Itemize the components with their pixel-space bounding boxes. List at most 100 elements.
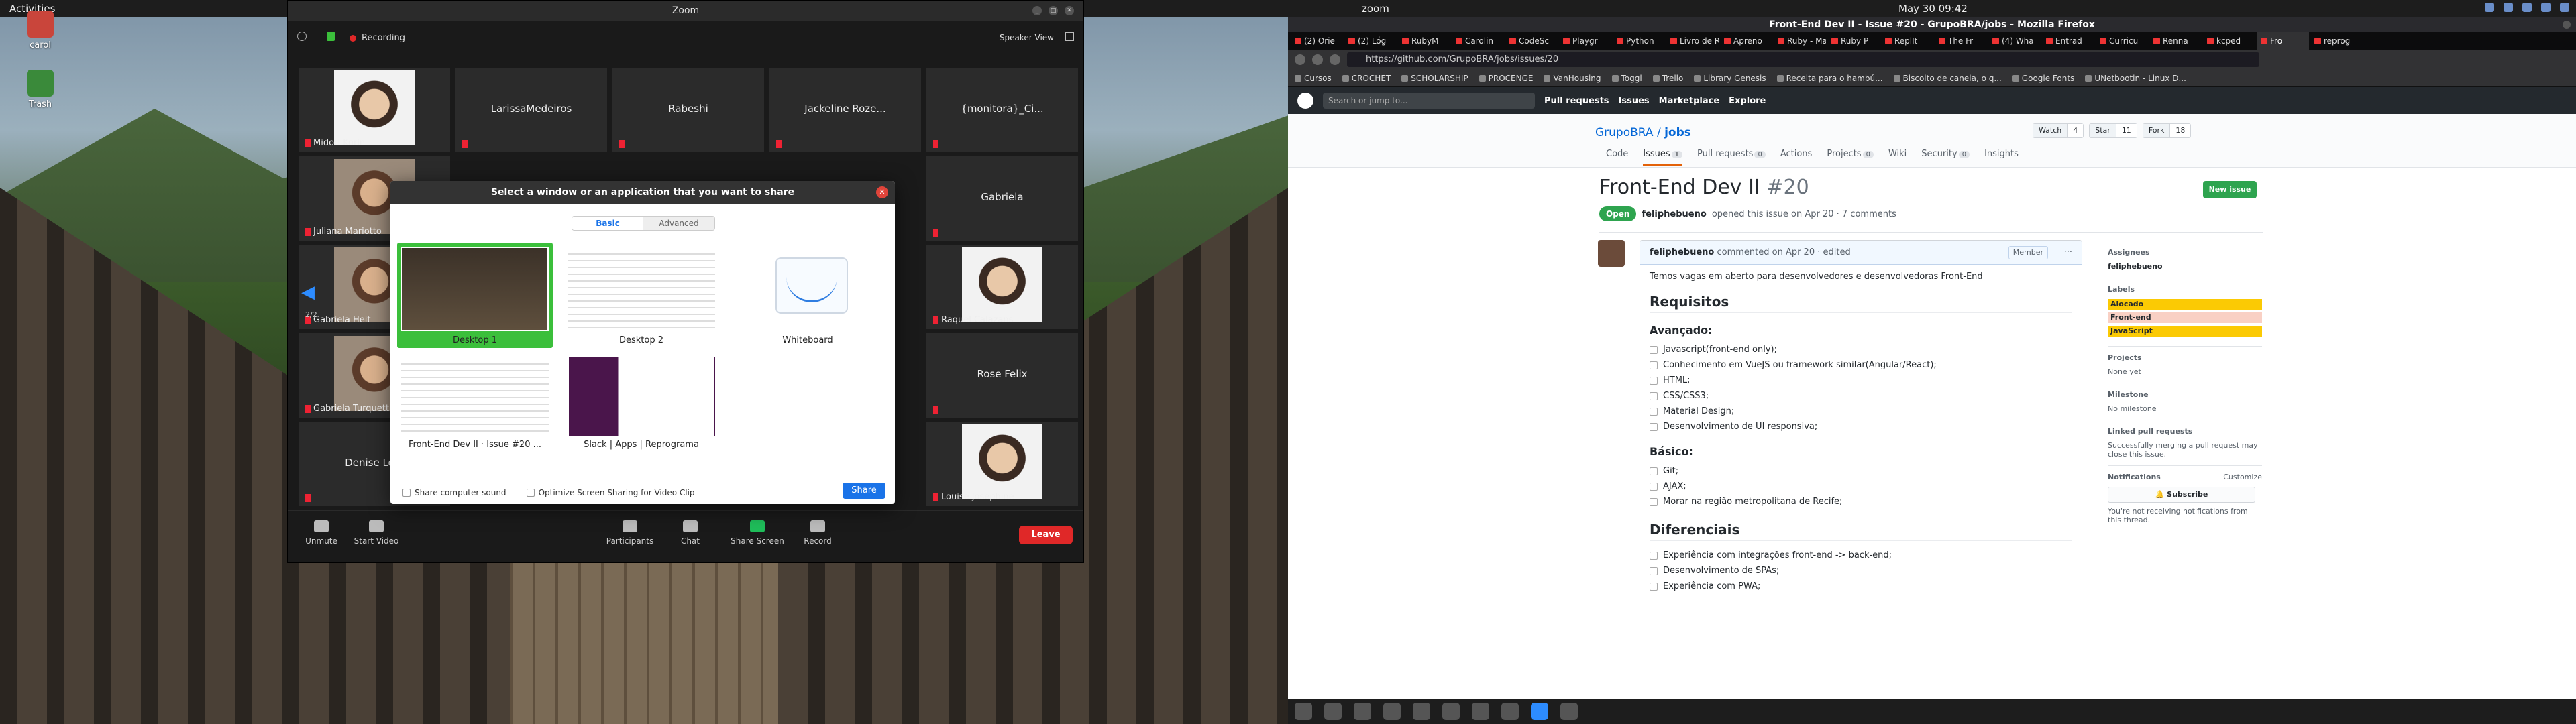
browser-tab[interactable]: reprog bbox=[2310, 32, 2363, 50]
participant-tile[interactable]: Rose Felix bbox=[926, 333, 1078, 418]
bookmark-item[interactable]: VanHousing bbox=[1544, 74, 1601, 83]
bookmark-item[interactable]: Google Fonts bbox=[2012, 74, 2075, 83]
browser-tab[interactable]: Playgr bbox=[1559, 32, 1611, 50]
issue-label[interactable]: Front-end bbox=[2108, 312, 2262, 323]
participant-tile[interactable]: Gabriela bbox=[926, 156, 1078, 241]
tray-icon[interactable] bbox=[2485, 3, 2494, 12]
close-icon[interactable] bbox=[2563, 21, 2571, 29]
task-checkbox[interactable] bbox=[1650, 422, 1658, 431]
share-button[interactable]: Share bbox=[843, 483, 885, 499]
browser-tab[interactable]: Apreno bbox=[1720, 32, 1772, 50]
browser-tab[interactable]: (2) Orie bbox=[1291, 32, 1343, 50]
tab-security[interactable]: Security 0 bbox=[1921, 149, 1970, 166]
start-video-button[interactable]: Start Video bbox=[343, 520, 410, 546]
issue-label[interactable]: Alocado bbox=[2108, 299, 2262, 310]
issue-author-link[interactable]: feliphebueno bbox=[1642, 209, 1706, 219]
chat-button[interactable]: Chat bbox=[657, 520, 724, 546]
files-icon[interactable] bbox=[1324, 703, 1342, 720]
tab-basic[interactable]: Basic bbox=[572, 217, 643, 230]
new-issue-button[interactable]: New issue bbox=[2203, 181, 2257, 198]
desktop-icon-home[interactable]: carol bbox=[13, 11, 67, 50]
participant-tile[interactable]: Raquel Calazans bbox=[926, 245, 1078, 329]
spotify-icon[interactable] bbox=[1354, 703, 1371, 720]
bookmark-item[interactable]: Biscoito de canela, o q... bbox=[1894, 74, 2002, 83]
bookmark-item[interactable]: CROCHET bbox=[1342, 74, 1391, 83]
search-input[interactable]: Search or jump to... bbox=[1323, 93, 1535, 109]
browser-tab[interactable]: (4) Wha bbox=[1988, 32, 2041, 50]
subscribe-button[interactable]: 🔔 Subscribe bbox=[2108, 487, 2255, 503]
bookmark-item[interactable]: UNetbootin - Linux D... bbox=[2085, 74, 2186, 83]
participant-tile[interactable]: Rabeshi bbox=[612, 68, 764, 152]
tray-icon[interactable] bbox=[2522, 3, 2532, 12]
close-icon[interactable]: ✕ bbox=[876, 186, 888, 198]
avatar[interactable] bbox=[1598, 240, 1625, 267]
minimize-icon[interactable]: _ bbox=[1032, 6, 1042, 15]
speaker-view-button[interactable]: Speaker View bbox=[1000, 33, 1054, 42]
task-checkbox[interactable] bbox=[1650, 376, 1658, 385]
browser-tab[interactable]: Livro de R bbox=[1666, 32, 1719, 50]
participant-tile[interactable]: Midori Korin bbox=[299, 68, 450, 152]
share-option-whiteboard[interactable]: Whiteboard bbox=[730, 247, 885, 345]
browser-tab[interactable]: Fro bbox=[2257, 32, 2309, 50]
tab-wiki[interactable]: Wiki bbox=[1888, 149, 1907, 166]
watch-button[interactable]: Watch 4 bbox=[2033, 123, 2084, 138]
sidebar-labels[interactable]: Labels Alocado Front-end JavaScript bbox=[2108, 278, 2262, 347]
browser-tab[interactable]: Entrad bbox=[2042, 32, 2094, 50]
maximize-icon[interactable]: □ bbox=[1049, 6, 1058, 15]
task-checkbox[interactable] bbox=[1650, 497, 1658, 506]
bookmark-item[interactable]: SCHOLARSHIP bbox=[1401, 74, 1468, 83]
tab-insights[interactable]: Insights bbox=[1984, 149, 2019, 166]
address-bar[interactable]: https://github.com/GrupoBRA/jobs/issues/… bbox=[1347, 52, 2259, 67]
lock-icon[interactable] bbox=[327, 32, 335, 41]
tab-pull-requests[interactable]: Pull requests 0 bbox=[1697, 149, 1766, 166]
bookmark-item[interactable]: Trello bbox=[1653, 74, 1684, 83]
assignee-link[interactable]: feliphebueno bbox=[2108, 262, 2262, 271]
participant-tile[interactable]: {monitora}_Ci... bbox=[926, 68, 1078, 152]
browser-tab[interactable]: Carolin bbox=[1452, 32, 1504, 50]
tray-icon[interactable] bbox=[2560, 3, 2569, 12]
tab-advanced[interactable]: Advanced bbox=[643, 217, 714, 230]
reload-icon[interactable] bbox=[1330, 54, 1340, 65]
firefox-titlebar[interactable]: Front-End Dev II - Issue #20 - GrupoBRA/… bbox=[1288, 17, 2576, 32]
browser-tab[interactable]: Ruby P bbox=[1827, 32, 1880, 50]
participants-button[interactable]: Participants bbox=[596, 520, 663, 546]
participant-tile[interactable]: LarissaMedeiros bbox=[455, 68, 607, 152]
terminal-icon[interactable] bbox=[1383, 703, 1401, 720]
tab-projects[interactable]: Projects 0 bbox=[1827, 149, 1874, 166]
task-checkbox[interactable] bbox=[1650, 391, 1658, 400]
clock[interactable]: May 30 09:42 bbox=[1898, 3, 1968, 15]
fullscreen-icon[interactable] bbox=[1065, 32, 1074, 41]
browser-tab[interactable]: Renna bbox=[2149, 32, 2202, 50]
task-checkbox[interactable] bbox=[1650, 467, 1658, 475]
chrome-icon[interactable] bbox=[1501, 703, 1519, 720]
zoom-icon[interactable] bbox=[1531, 703, 1548, 720]
share-screen-button[interactable]: Share Screen bbox=[724, 520, 791, 546]
sidebar-assignees[interactable]: Assignees feliphebueno bbox=[2108, 241, 2262, 278]
optimize-checkbox[interactable] bbox=[526, 489, 535, 497]
task-checkbox[interactable] bbox=[1650, 345, 1658, 354]
browser-tab[interactable]: kcped bbox=[2203, 32, 2255, 50]
firefox-icon[interactable] bbox=[1295, 703, 1312, 720]
task-checkbox[interactable] bbox=[1650, 361, 1658, 369]
fork-button[interactable]: Fork 18 bbox=[2142, 123, 2192, 138]
bookmark-item[interactable]: Cursos bbox=[1295, 74, 1332, 83]
zoom-titlebar[interactable]: Zoom _ □ ✕ bbox=[288, 1, 1083, 21]
comment-author-link[interactable]: feliphebueno bbox=[1650, 247, 1714, 257]
bookmark-item[interactable]: Receita para o hambú... bbox=[1777, 74, 1883, 83]
tray-icon[interactable] bbox=[2541, 3, 2551, 12]
close-icon[interactable]: ✕ bbox=[1065, 6, 1074, 15]
prev-page-icon[interactable]: ◀ bbox=[301, 282, 315, 302]
browser-tab[interactable]: Curricu bbox=[2096, 32, 2148, 50]
share-option-firefox-window[interactable]: Front-End Dev II · Issue #20 ... bbox=[397, 357, 553, 450]
share-option-slack-window[interactable]: Slack | Apps | Reprograma bbox=[564, 357, 719, 450]
browser-tab[interactable]: The Fr bbox=[1935, 32, 1987, 50]
github-logo-icon[interactable] bbox=[1297, 93, 1313, 109]
tray-icon[interactable] bbox=[2504, 3, 2513, 12]
more-options-icon[interactable]: ··· bbox=[2064, 241, 2072, 265]
system-tray[interactable] bbox=[2485, 3, 2569, 12]
text-editor-icon[interactable] bbox=[1560, 703, 1578, 720]
share-option-desktop-1[interactable]: Desktop 1 bbox=[397, 243, 553, 348]
share-screen-dialog[interactable]: Select a window or an application that y… bbox=[390, 181, 895, 504]
nav-pull-requests[interactable]: Pull requests bbox=[1544, 96, 1609, 106]
record-button[interactable]: Record bbox=[784, 520, 851, 546]
